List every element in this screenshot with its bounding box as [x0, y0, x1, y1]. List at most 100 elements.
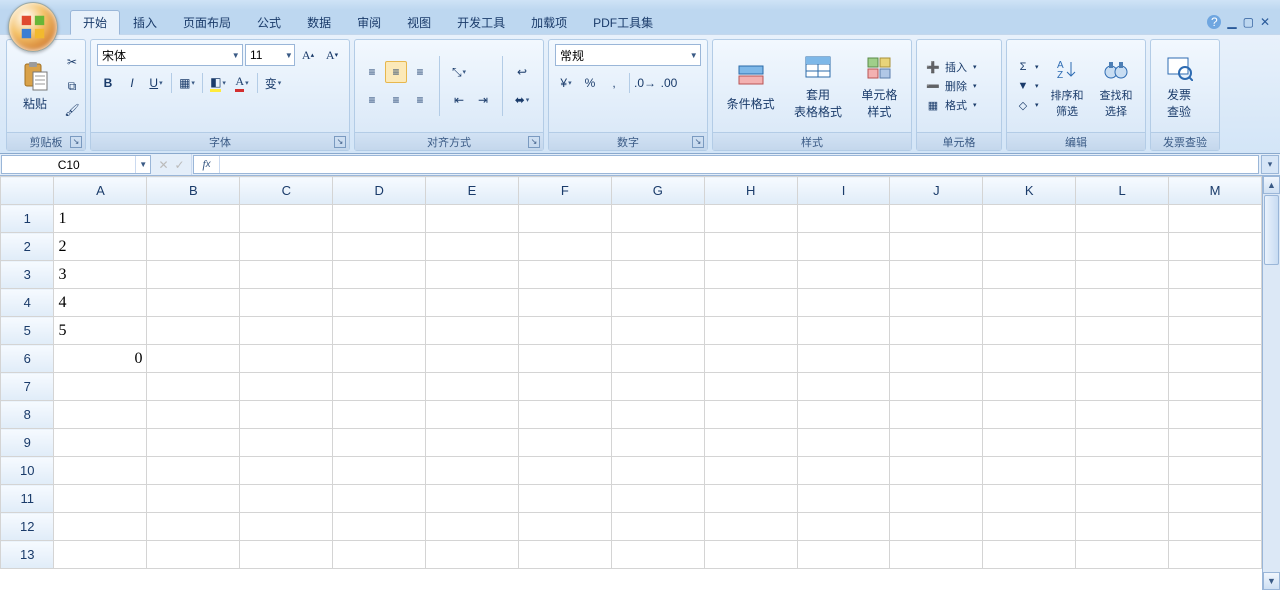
scroll-thumb[interactable] [1264, 195, 1279, 265]
number-format-combo[interactable]: ▼ [555, 44, 701, 66]
fill-color-button[interactable]: ◧ [207, 72, 229, 94]
row-header[interactable]: 5 [1, 317, 54, 345]
restore-button[interactable]: ▢ [1243, 15, 1254, 29]
formula-input[interactable] [220, 158, 1258, 172]
cell[interactable] [333, 345, 426, 373]
cell[interactable] [611, 485, 704, 513]
cell[interactable] [983, 457, 1076, 485]
copy-button[interactable]: ⧉ [61, 75, 83, 97]
cell[interactable] [704, 457, 797, 485]
cell[interactable]: 3 [54, 261, 147, 289]
font-name-combo[interactable]: ▼ [97, 44, 243, 66]
bold-button[interactable]: B [97, 72, 119, 94]
row-header[interactable]: 13 [1, 541, 54, 569]
cell[interactable] [983, 233, 1076, 261]
cell[interactable] [1169, 513, 1262, 541]
cell[interactable] [890, 429, 983, 457]
cell[interactable] [1169, 457, 1262, 485]
column-header[interactable]: J [890, 177, 983, 205]
name-box[interactable]: ▼ [1, 155, 151, 174]
cell[interactable] [704, 429, 797, 457]
cell[interactable] [1169, 205, 1262, 233]
cell[interactable] [54, 485, 147, 513]
fill-button[interactable]: ▼▾ [1013, 77, 1041, 95]
cell[interactable] [518, 261, 611, 289]
cell[interactable] [704, 289, 797, 317]
cell[interactable] [611, 373, 704, 401]
cell[interactable] [518, 345, 611, 373]
cell[interactable] [1169, 485, 1262, 513]
cell[interactable] [333, 513, 426, 541]
paste-button[interactable]: 粘贴 [13, 59, 57, 114]
cell[interactable] [333, 401, 426, 429]
column-header[interactable]: B [147, 177, 240, 205]
insert-cells-button[interactable]: ➕插入▾ [923, 58, 979, 76]
cell[interactable] [1076, 205, 1169, 233]
cell[interactable] [147, 457, 240, 485]
cell[interactable] [426, 233, 519, 261]
decrease-font-button[interactable]: A▾ [321, 44, 343, 66]
cell[interactable] [426, 205, 519, 233]
cell[interactable] [890, 261, 983, 289]
cell[interactable] [611, 457, 704, 485]
cell[interactable] [333, 233, 426, 261]
cell[interactable] [426, 345, 519, 373]
chevron-down-icon[interactable]: ▼ [687, 51, 700, 60]
cell[interactable] [611, 289, 704, 317]
cell[interactable] [611, 317, 704, 345]
cell[interactable] [1076, 233, 1169, 261]
cell[interactable] [518, 513, 611, 541]
cell[interactable] [611, 205, 704, 233]
cell[interactable] [983, 261, 1076, 289]
insert-function-button[interactable]: fx [194, 156, 220, 173]
cell[interactable] [890, 485, 983, 513]
cell[interactable] [1076, 373, 1169, 401]
cell[interactable] [704, 317, 797, 345]
cell[interactable] [147, 373, 240, 401]
format-painter-button[interactable]: 🖌 [61, 99, 83, 121]
format-cells-button[interactable]: ▦格式▾ [923, 96, 979, 114]
cell[interactable] [1169, 233, 1262, 261]
cell[interactable] [1169, 345, 1262, 373]
cell[interactable] [518, 233, 611, 261]
cell[interactable] [611, 541, 704, 569]
cell[interactable] [983, 541, 1076, 569]
cell[interactable] [426, 513, 519, 541]
cell[interactable] [983, 205, 1076, 233]
cell[interactable] [518, 205, 611, 233]
orientation-button[interactable]: ⤡ [448, 61, 470, 83]
cell[interactable] [518, 401, 611, 429]
cell[interactable] [890, 233, 983, 261]
cell[interactable] [704, 401, 797, 429]
cell[interactable] [147, 345, 240, 373]
row-header[interactable]: 9 [1, 429, 54, 457]
cell[interactable] [797, 429, 890, 457]
cell[interactable] [1076, 317, 1169, 345]
cell[interactable] [518, 373, 611, 401]
border-button[interactable]: ▦ [176, 72, 198, 94]
comma-button[interactable]: , [603, 72, 625, 94]
cell[interactable] [426, 485, 519, 513]
wrap-text-button[interactable]: ↩ [511, 61, 533, 83]
cell[interactable] [704, 373, 797, 401]
clear-button[interactable]: ◇▾ [1013, 96, 1041, 114]
column-header[interactable]: C [240, 177, 333, 205]
cell[interactable] [1169, 373, 1262, 401]
font-launcher[interactable]: ↘ [334, 136, 346, 148]
cell[interactable] [426, 373, 519, 401]
cell[interactable] [1076, 345, 1169, 373]
format-as-table-button[interactable]: 套用 表格格式 [788, 50, 848, 122]
cell[interactable] [797, 233, 890, 261]
number-launcher[interactable]: ↘ [692, 136, 704, 148]
cell[interactable] [54, 401, 147, 429]
column-header[interactable]: M [1169, 177, 1262, 205]
cell[interactable] [797, 457, 890, 485]
align-center-button[interactable]: ≡ [385, 89, 407, 111]
cell[interactable] [240, 373, 333, 401]
font-size-combo[interactable]: ▼ [245, 44, 295, 66]
cell[interactable] [426, 429, 519, 457]
underline-button[interactable]: U [145, 72, 167, 94]
cell[interactable] [240, 345, 333, 373]
cell[interactable] [333, 541, 426, 569]
cell[interactable] [890, 289, 983, 317]
